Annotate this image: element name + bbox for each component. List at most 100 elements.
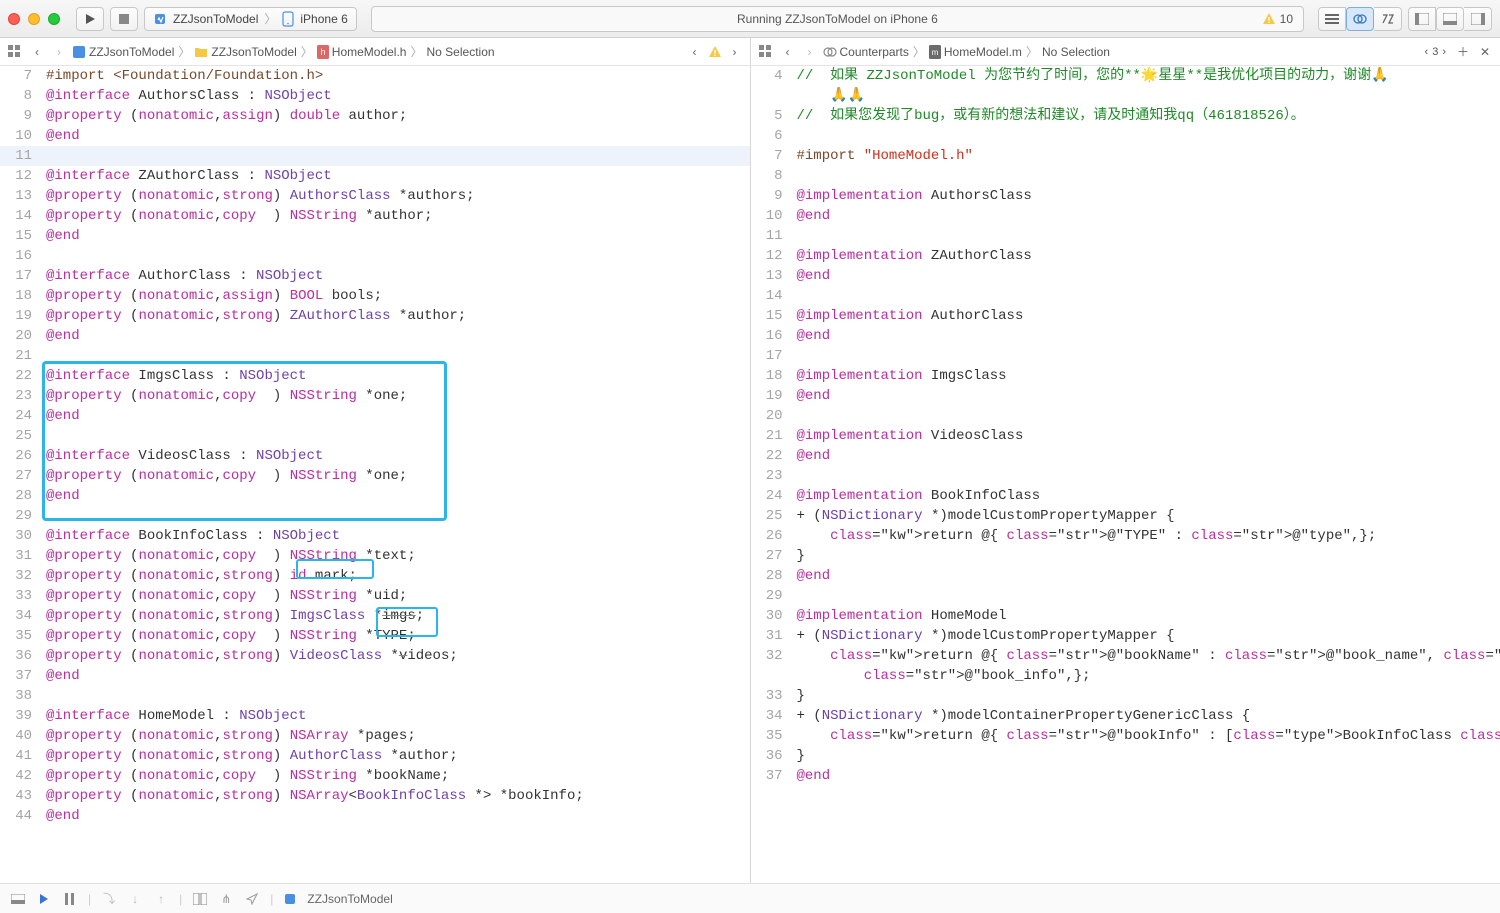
step-into-icon[interactable]: ↓ <box>127 891 143 907</box>
code-line[interactable]: 29 <box>0 506 750 526</box>
code-line[interactable]: 12@interface ZAuthorClass : NSObject <box>0 166 750 186</box>
code-line[interactable]: 25+ (NSDictionary *)modelCustomPropertyM… <box>751 506 1500 526</box>
add-assistant-button[interactable]: ＋ <box>1454 43 1472 61</box>
code-line[interactable]: 21@implementation VideosClass <box>751 426 1500 446</box>
code-line[interactable]: 38 <box>0 686 750 706</box>
stop-button[interactable] <box>110 7 138 31</box>
code-line[interactable]: 32@property (nonatomic,strong) id mark; <box>0 566 750 586</box>
code-editor-left[interactable]: 7#import <Foundation/Foundation.h>8@inte… <box>0 66 750 883</box>
code-line[interactable]: 39@interface HomeModel : NSObject <box>0 706 750 726</box>
code-line[interactable]: 9@implementation AuthorsClass <box>751 186 1500 206</box>
code-line[interactable]: 30@interface BookInfoClass : NSObject <box>0 526 750 546</box>
code-line[interactable]: 28@end <box>0 486 750 506</box>
code-line[interactable]: 14 <box>751 286 1500 306</box>
close-assistant-button[interactable]: ✕ <box>1476 43 1494 61</box>
code-line[interactable]: 35 class="kw">return @{ class="str">@"bo… <box>751 726 1500 746</box>
breadcrumb-file[interactable]: m HomeModel.m <box>929 45 1022 59</box>
assistant-editor-button[interactable] <box>1346 7 1374 31</box>
run-button[interactable] <box>76 7 104 31</box>
code-line[interactable]: 20 <box>751 406 1500 426</box>
code-line[interactable]: 9@property (nonatomic,assign) double aut… <box>0 106 750 126</box>
breadcrumb-project[interactable]: ZZJsonToModel <box>72 45 174 59</box>
code-line[interactable]: 11 <box>751 226 1500 246</box>
code-line[interactable]: 23@property (nonatomic,copy ) NSString *… <box>0 386 750 406</box>
code-line[interactable]: 24@implementation BookInfoClass <box>751 486 1500 506</box>
code-line[interactable]: 6 <box>751 126 1500 146</box>
code-line[interactable]: 30@implementation HomeModel <box>751 606 1500 626</box>
code-line[interactable]: 7#import <Foundation/Foundation.h> <box>0 66 750 86</box>
code-line[interactable]: 44@end <box>0 806 750 826</box>
code-line[interactable]: 29 <box>751 586 1500 606</box>
next-issue-button[interactable]: › <box>726 43 744 61</box>
code-line[interactable]: 27@property (nonatomic,copy ) NSString *… <box>0 466 750 486</box>
code-line[interactable]: 33} <box>751 686 1500 706</box>
related-items-icon[interactable] <box>757 43 775 61</box>
code-line[interactable]: 🙏🙏 <box>751 86 1500 106</box>
code-line[interactable]: 34+ (NSDictionary *)modelContainerProper… <box>751 706 1500 726</box>
code-line[interactable]: 17@interface AuthorClass : NSObject <box>0 266 750 286</box>
code-line[interactable]: 32 class="kw">return @{ class="str">@"bo… <box>751 646 1500 666</box>
scheme-selector[interactable]: ZZJsonToModel 〉 iPhone 6 <box>144 7 357 31</box>
code-line[interactable]: 34@property (nonatomic,strong) ImgsClass… <box>0 606 750 626</box>
code-line[interactable]: 27} <box>751 546 1500 566</box>
prev-issue-button[interactable]: ‹ <box>686 43 704 61</box>
toggle-navigator-button[interactable] <box>1408 7 1436 31</box>
step-out-icon[interactable]: ↑ <box>153 891 169 907</box>
code-line[interactable]: 42@property (nonatomic,copy ) NSString *… <box>0 766 750 786</box>
code-line[interactable]: 41@property (nonatomic,strong) AuthorCla… <box>0 746 750 766</box>
code-line[interactable]: 10@end <box>0 126 750 146</box>
code-line[interactable]: 36} <box>751 746 1500 766</box>
code-line[interactable]: 20@end <box>0 326 750 346</box>
code-line[interactable]: 13@end <box>751 266 1500 286</box>
breadcrumb-file[interactable]: h HomeModel.h <box>317 45 407 59</box>
code-line[interactable]: 10@end <box>751 206 1500 226</box>
version-editor-button[interactable] <box>1374 7 1402 31</box>
toggle-debug-area-button[interactable] <box>1436 7 1464 31</box>
minimize-button[interactable] <box>28 13 40 25</box>
code-line[interactable]: 21 <box>0 346 750 366</box>
code-line[interactable]: 19@property (nonatomic,strong) ZAuthorCl… <box>0 306 750 326</box>
code-line[interactable]: 24@end <box>0 406 750 426</box>
code-line[interactable]: 36@property (nonatomic,strong) VideosCla… <box>0 646 750 666</box>
code-line[interactable]: 4// 如果 ZZJsonToModel 为您节约了时间，您的**🌟星星**是我… <box>751 66 1500 86</box>
code-line[interactable]: 43@property (nonatomic,strong) NSArray<B… <box>0 786 750 806</box>
code-line[interactable]: 15@implementation AuthorClass <box>751 306 1500 326</box>
code-line[interactable]: 14@property (nonatomic,copy ) NSString *… <box>0 206 750 226</box>
memory-graph-icon[interactable]: ⋔ <box>218 891 234 907</box>
counter-badge[interactable]: ‹3› <box>1425 46 1446 58</box>
code-line[interactable]: 8 <box>751 166 1500 186</box>
code-line[interactable]: 13@property (nonatomic,strong) AuthorsCl… <box>0 186 750 206</box>
breakpoints-icon[interactable] <box>36 891 52 907</box>
code-line[interactable]: 40@property (nonatomic,strong) NSArray *… <box>0 726 750 746</box>
code-line[interactable]: 26 class="kw">return @{ class="str">@"TY… <box>751 526 1500 546</box>
code-line[interactable]: 31+ (NSDictionary *)modelCustomPropertyM… <box>751 626 1500 646</box>
related-items-icon[interactable] <box>6 43 24 61</box>
code-line[interactable]: 16 <box>0 246 750 266</box>
code-line[interactable]: 18@implementation ImgsClass <box>751 366 1500 386</box>
code-line[interactable]: class="str">@"book_info",}; <box>751 666 1500 686</box>
code-line[interactable]: 37@end <box>751 766 1500 786</box>
code-line[interactable]: 11 <box>0 146 750 166</box>
code-editor-right[interactable]: 4// 如果 ZZJsonToModel 为您节约了时间，您的**🌟星星**是我… <box>751 66 1500 883</box>
hide-debug-area-icon[interactable] <box>10 891 26 907</box>
code-line[interactable]: 15@end <box>0 226 750 246</box>
code-line[interactable]: 25 <box>0 426 750 446</box>
back-button[interactable]: ‹ <box>28 43 46 61</box>
maximize-button[interactable] <box>48 13 60 25</box>
forward-button[interactable]: › <box>801 43 819 61</box>
code-line[interactable]: 35@property (nonatomic,copy ) NSString *… <box>0 626 750 646</box>
code-line[interactable]: 28@end <box>751 566 1500 586</box>
breadcrumb-category[interactable]: Counterparts <box>823 45 909 59</box>
toggle-utilities-button[interactable] <box>1464 7 1492 31</box>
close-button[interactable] <box>8 13 20 25</box>
code-line[interactable]: 22@interface ImgsClass : NSObject <box>0 366 750 386</box>
breadcrumb-folder[interactable]: ZZJsonToModel <box>194 45 296 59</box>
code-line[interactable]: 37@end <box>0 666 750 686</box>
code-line[interactable]: 17 <box>751 346 1500 366</box>
code-line[interactable]: 31@property (nonatomic,copy ) NSString *… <box>0 546 750 566</box>
code-line[interactable]: 33@property (nonatomic,copy ) NSString *… <box>0 586 750 606</box>
code-line[interactable]: 18@property (nonatomic,assign) BOOL bool… <box>0 286 750 306</box>
forward-button[interactable]: › <box>50 43 68 61</box>
process-name[interactable]: ZZJsonToModel <box>307 892 392 906</box>
step-over-icon[interactable]: ⤵ <box>101 891 117 907</box>
